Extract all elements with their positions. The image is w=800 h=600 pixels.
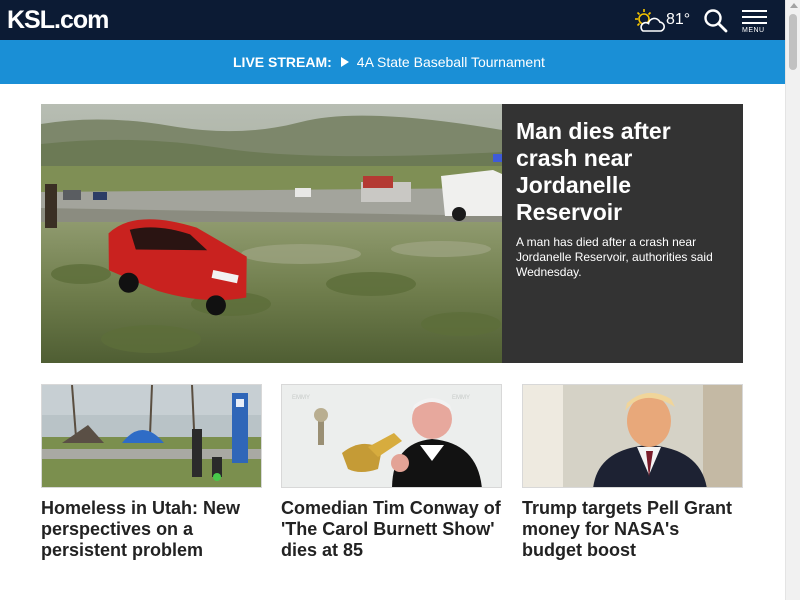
scroll-up-arrow-icon[interactable] (790, 3, 798, 8)
temperature: 81° (666, 11, 691, 28)
story-thumbnail[interactable]: EMMY EMMY (281, 384, 502, 488)
page-scrollbar[interactable] (785, 0, 800, 600)
menu-label: MENU (742, 27, 765, 34)
crash-scene-image (41, 104, 502, 363)
story-thumbnail[interactable] (522, 384, 743, 488)
story-headline[interactable]: Homeless in Utah: New perspectives on a … (41, 498, 262, 561)
svg-text:EMMY: EMMY (452, 395, 470, 401)
hero-headline[interactable]: Man dies after crash near Jordanelle Res… (516, 118, 736, 226)
partly-sunny-icon (635, 9, 665, 32)
weather-widget[interactable]: 81° (632, 8, 694, 34)
hero-image[interactable] (41, 104, 502, 363)
live-stream-title[interactable]: 4A State Baseball Tournament (357, 54, 545, 70)
story-headline[interactable]: Comedian Tim Conway of 'The Carol Burnet… (281, 498, 502, 561)
live-stream-banner[interactable]: LIVE STREAM: 4A State Baseball Tournament (0, 40, 785, 84)
site-header: KSL.com 81° MENU (0, 0, 785, 40)
menu-button[interactable]: MENU (742, 10, 770, 36)
svg-text:EMMY: EMMY (292, 395, 310, 401)
ksl-logo[interactable]: KSL.com (7, 6, 109, 34)
story-card[interactable]: Trump targets Pell Grant money for NASA'… (522, 384, 743, 561)
tim-conway-emmy-image: EMMY EMMY (282, 385, 501, 487)
story-card[interactable]: Homeless in Utah: New perspectives on a … (41, 384, 262, 561)
story-card[interactable]: EMMY EMMY Comedian Tim Conway of 'The Ca… (281, 384, 502, 561)
menu-icon (742, 10, 767, 12)
homeless-camp-image (42, 385, 261, 487)
live-stream-label: LIVE STREAM: (233, 54, 332, 70)
scroll-thumb[interactable] (789, 14, 797, 70)
search-icon (704, 9, 728, 33)
story-headline[interactable]: Trump targets Pell Grant money for NASA'… (522, 498, 743, 561)
play-icon (340, 57, 349, 67)
search-button[interactable] (703, 8, 729, 34)
story-thumbnail[interactable] (41, 384, 262, 488)
trump-image (523, 385, 742, 487)
hero-summary: A man has died after a crash near Jordan… (516, 235, 713, 279)
hero-story-panel[interactable]: Man dies after crash near Jordanelle Res… (502, 104, 743, 363)
